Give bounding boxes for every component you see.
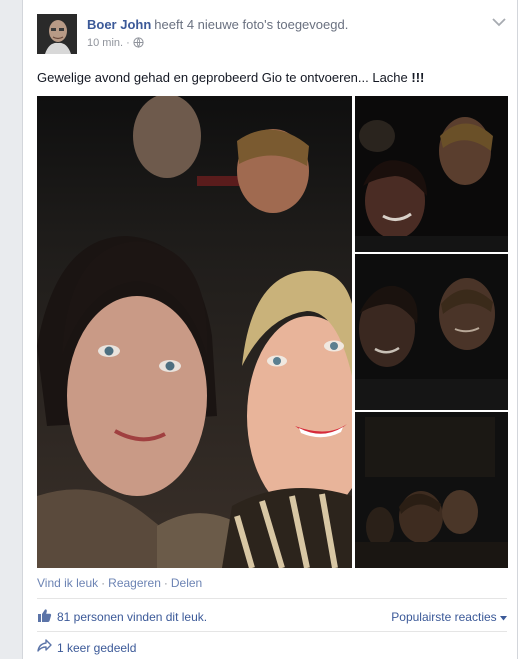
post-message: Gewelige avond gehad en geprobeerd Gio t… bbox=[37, 70, 507, 85]
share-button[interactable]: Delen bbox=[171, 576, 202, 590]
post-actions: Vind ik leuk · Reageren · Delen bbox=[37, 576, 202, 590]
caret-down-icon bbox=[500, 610, 507, 624]
photo-main[interactable] bbox=[37, 96, 352, 568]
page-gutter bbox=[0, 0, 22, 659]
chevron-down-icon[interactable] bbox=[491, 16, 507, 28]
globe-icon[interactable] bbox=[133, 37, 144, 51]
actions-separator: · bbox=[163, 576, 168, 590]
post-timestamp[interactable]: 10 min. bbox=[87, 37, 123, 49]
comment-button[interactable]: Reageren bbox=[108, 576, 161, 590]
post-meta: 10 min. · bbox=[87, 37, 144, 51]
photo-grid bbox=[37, 96, 508, 568]
post-message-emphasis: !!! bbox=[411, 70, 425, 85]
thumbs-up-icon bbox=[37, 608, 52, 626]
photo-thumbnail-2[interactable] bbox=[355, 254, 508, 410]
post-card: Boer John heeft 4 nieuwe foto's toegevoeg… bbox=[22, 0, 518, 659]
like-button[interactable]: Vind ik leuk bbox=[37, 576, 98, 590]
share-arrow-icon bbox=[37, 639, 52, 656]
post-action-text: heeft 4 nieuwe foto's toegevoegd. bbox=[154, 17, 349, 32]
actions-separator: · bbox=[101, 576, 106, 590]
divider bbox=[37, 598, 507, 599]
author-name[interactable]: Boer John bbox=[87, 17, 151, 32]
divider bbox=[37, 631, 507, 632]
post-header: Boer John heeft 4 nieuwe foto's toegevoeg… bbox=[37, 14, 507, 58]
photo-thumbnail-1[interactable] bbox=[355, 96, 508, 252]
avatar[interactable] bbox=[37, 14, 77, 54]
top-comments-dropdown[interactable]: Populairste reacties bbox=[391, 610, 507, 624]
likes-summary: 81 personen vinden dit leuk. Populairste… bbox=[37, 608, 507, 626]
shares-count-text[interactable]: 1 keer gedeeld bbox=[57, 641, 136, 655]
likes-count-text[interactable]: 81 personen vinden dit leuk. bbox=[57, 610, 207, 624]
post-message-text: Gewelige avond gehad en geprobeerd Gio t… bbox=[37, 70, 412, 85]
meta-separator: · bbox=[126, 37, 130, 49]
photo-thumbnail-3[interactable] bbox=[355, 412, 508, 568]
top-comments-label: Populairste reacties bbox=[391, 610, 497, 624]
header-line: Boer John heeft 4 nieuwe foto's toegevoeg… bbox=[87, 17, 348, 32]
